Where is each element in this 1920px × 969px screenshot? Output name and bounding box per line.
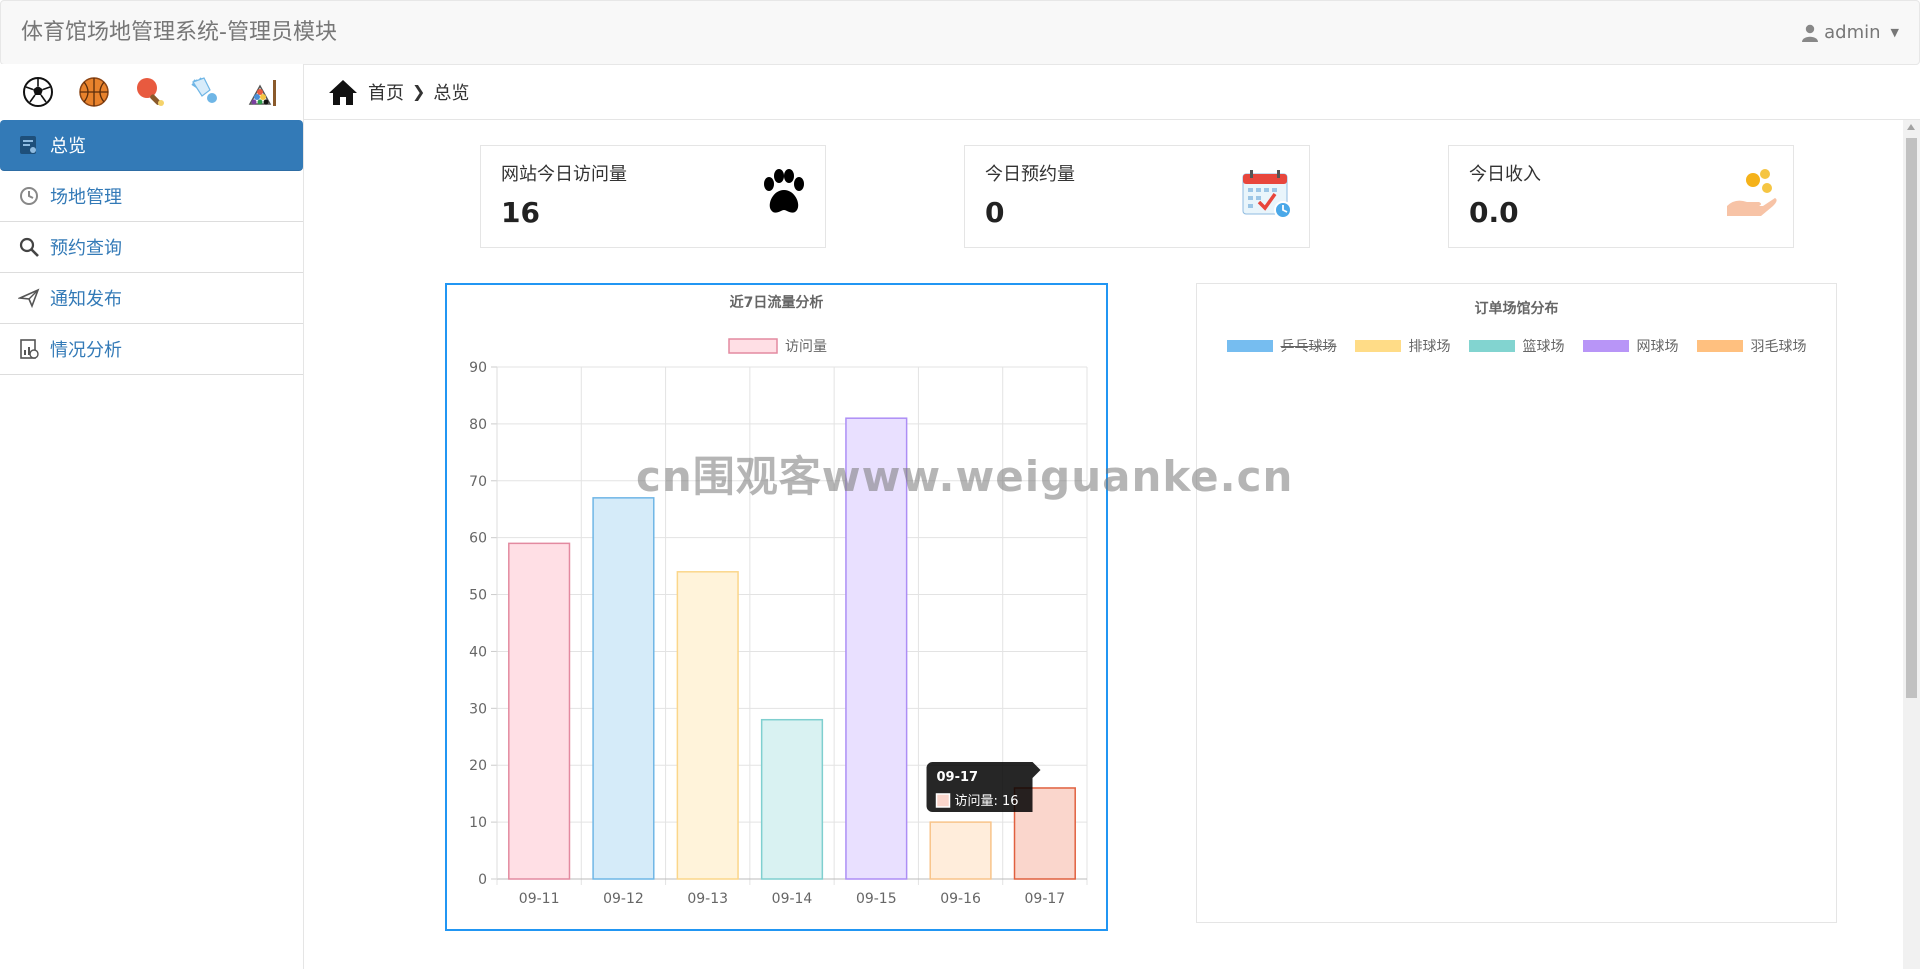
page-scrollbar[interactable]: [1903, 120, 1920, 969]
legend-item[interactable]: 排球场: [1354, 336, 1451, 356]
calendar-icon: [1242, 170, 1292, 219]
legend-item[interactable]: 篮球场: [1468, 336, 1565, 356]
search-icon: [19, 237, 39, 257]
sidebar-item-notice-publish[interactable]: 通知发布: [0, 273, 303, 324]
soccer-icon[interactable]: [22, 76, 54, 108]
stat-value: 0.0: [1469, 196, 1519, 229]
legend-item[interactable]: 羽毛球场: [1696, 336, 1807, 356]
sport-icon-bar: [0, 64, 303, 120]
y-tick-label: 90: [469, 360, 487, 376]
billiards-icon[interactable]: [246, 76, 278, 108]
stat-card-income: 今日收入 0.0: [1448, 145, 1794, 248]
sidebar-item-analysis[interactable]: 情况分析: [0, 324, 303, 375]
bar[interactable]: [929, 821, 992, 880]
app-title[interactable]: 体育馆场地管理系统-管理员模块: [21, 1, 337, 64]
bar[interactable]: [676, 571, 739, 880]
breadcrumb-home[interactable]: 首页: [368, 79, 404, 105]
tooltip-swatch: [935, 793, 951, 808]
home-icon[interactable]: [328, 78, 358, 106]
legend-label: 篮球场: [1522, 339, 1565, 355]
paw-icon: [764, 169, 804, 213]
y-tick-label: 60: [469, 531, 487, 547]
x-tick-label: 09-16: [940, 891, 981, 907]
user-icon: [1802, 24, 1819, 42]
sidebar-menu: 总览 场地管理 预约查询 通知发布 情况分析: [0, 120, 303, 375]
bar[interactable]: [845, 417, 908, 880]
coins-hand-icon: [1727, 169, 1777, 216]
basketball-icon[interactable]: [78, 76, 110, 108]
legend-item[interactable]: 乒乓球场: [1226, 336, 1337, 356]
sidebar-item-venue-management[interactable]: 场地管理: [0, 171, 303, 222]
chevron-right-icon: ❯: [412, 82, 426, 101]
pie-legend: 乒乓球场 排球场 篮球场 网球场 羽毛球场: [1197, 336, 1836, 356]
caret-down-icon: ▼: [1890, 26, 1899, 39]
legend-swatch: [1696, 340, 1743, 352]
legend-swatch: [1226, 340, 1273, 352]
y-tick-label: 30: [469, 701, 487, 717]
traffic-chart-panel: 近7日流量分析访问量 0 10 20 30 40 50 60 70 80 90 09-11 09-12 0…: [445, 283, 1108, 931]
breadcrumb: 首页 ❯ 总览: [304, 64, 1920, 120]
chart-title: 订单场馆分布: [1474, 301, 1559, 317]
x-tick-label: 09-11: [519, 891, 560, 907]
legend-item[interactable]: 网球场: [1582, 336, 1679, 356]
bar[interactable]: [592, 497, 655, 880]
x-tick-label: 09-17: [1025, 891, 1066, 907]
legend-swatch: [728, 338, 778, 354]
stat-value: 0: [985, 196, 1005, 229]
bar[interactable]: [760, 718, 824, 880]
y-tick-label: 10: [469, 815, 487, 831]
sidebar-item-label: 场地管理: [50, 187, 122, 208]
sidebar: 总览 场地管理 预约查询 通知发布 情况分析: [0, 64, 304, 969]
x-tick-label: 09-13: [687, 891, 728, 907]
stat-label: 今日预约量: [985, 164, 1075, 185]
y-tick-label: 40: [469, 644, 487, 660]
user-menu[interactable]: admin ▼: [1802, 1, 1899, 64]
badminton-icon[interactable]: [190, 76, 222, 108]
stat-card-visits: 网站今日访问量 16: [480, 145, 826, 248]
legend-label: 网球场: [1636, 339, 1679, 355]
tooltip-label: 访问量: 16: [955, 794, 1019, 809]
dashboard-icon: [20, 136, 36, 154]
x-tick-label: 09-12: [603, 891, 644, 907]
legend-label: 排球场: [1408, 339, 1451, 355]
chart-title: 近7日流量分析: [730, 294, 824, 311]
legend-swatch: [1582, 340, 1629, 352]
sidebar-item-label: 情况分析: [50, 340, 122, 361]
refresh-icon: [20, 187, 38, 205]
stat-value: 16: [501, 196, 540, 229]
y-tick-label: 50: [469, 588, 487, 604]
top-navbar: 体育馆场地管理系统-管理员模块 admin ▼: [0, 0, 1920, 65]
report-icon: [20, 339, 39, 359]
sidebar-item-label: 通知发布: [50, 289, 122, 310]
x-tick-label: 09-14: [772, 891, 813, 907]
legend-label: 羽毛球场: [1750, 339, 1807, 355]
bar[interactable]: [508, 542, 571, 880]
scroll-up-arrow-icon[interactable]: [1907, 124, 1915, 130]
sidebar-item-label: 总览: [50, 136, 86, 157]
table-tennis-icon[interactable]: [134, 76, 166, 108]
scrollbar-thumb[interactable]: [1906, 138, 1917, 698]
send-icon: [18, 288, 40, 309]
y-tick-label: 80: [469, 417, 487, 433]
breadcrumb-current: 总览: [433, 82, 470, 104]
legend-label: 访问量: [785, 339, 827, 355]
x-tick-label: 09-15: [856, 891, 897, 907]
sidebar-item-label: 预约查询: [50, 238, 122, 259]
sidebar-item-overview[interactable]: 总览: [0, 120, 303, 171]
y-tick-label: 70: [469, 474, 487, 490]
stat-label: 今日收入: [1469, 164, 1541, 185]
traffic-bar-chart[interactable]: 近7日流量分析访问量 0 10 20 30 40 50 60 70 80 90 09-11 09-12 0…: [447, 285, 1106, 929]
username: admin: [1824, 22, 1881, 43]
venue-distribution-panel: 订单场馆分布 乒乓球场 排球场 篮球场 网球场 羽毛球场: [1196, 283, 1837, 923]
legend-swatch: [1468, 340, 1515, 352]
sidebar-item-booking-query[interactable]: 预约查询: [0, 222, 303, 273]
y-tick-label: 0: [478, 872, 487, 888]
stat-card-bookings: 今日预约量 0: [964, 145, 1310, 248]
y-tick-label: 20: [469, 758, 487, 774]
tooltip-title: 09-17: [937, 770, 979, 785]
legend-label: 乒乓球场: [1280, 339, 1337, 355]
stat-label: 网站今日访问量: [501, 164, 627, 185]
legend-swatch: [1354, 340, 1401, 352]
